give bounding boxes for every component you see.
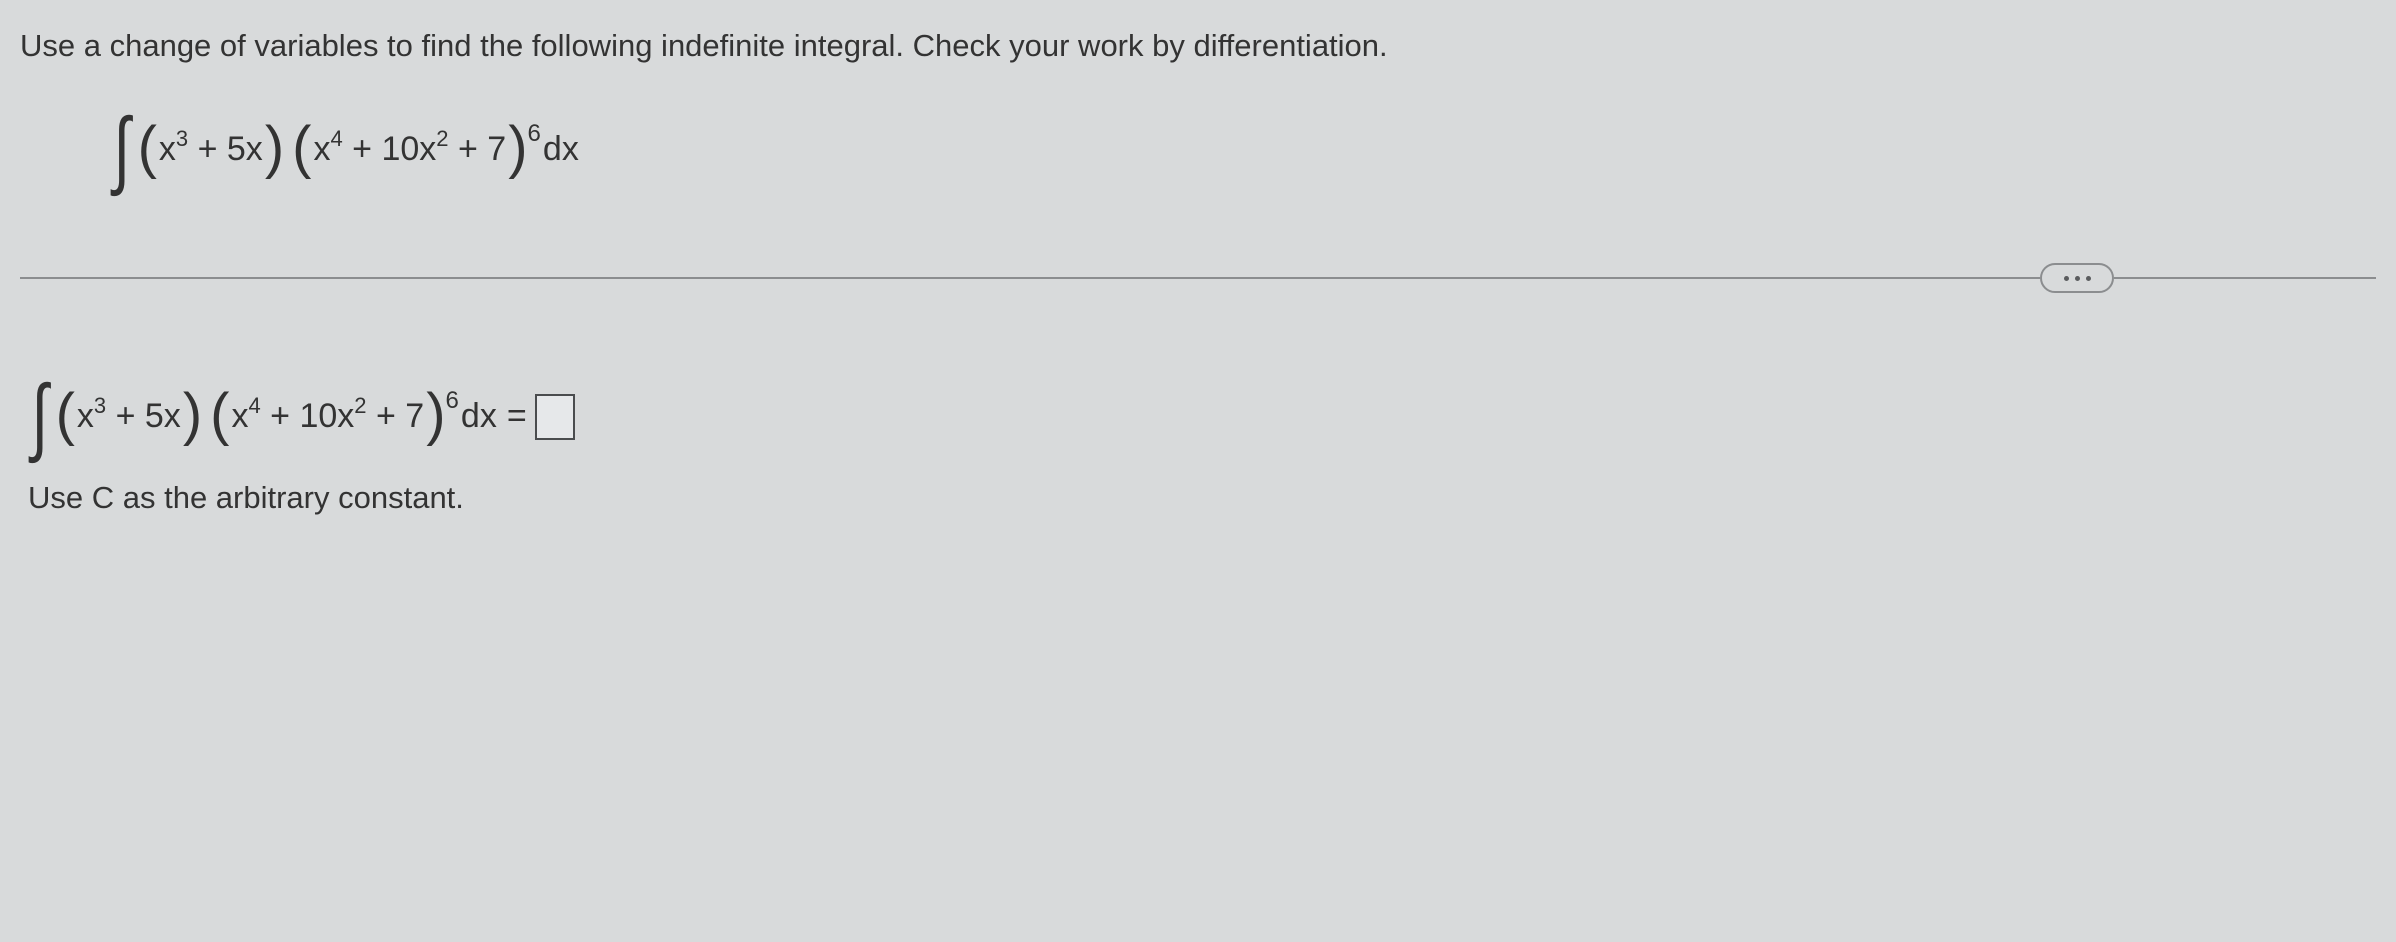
- divider-left: [20, 277, 2040, 279]
- more-button[interactable]: [2040, 263, 2114, 293]
- close-paren-1: ): [265, 114, 284, 181]
- equals-sign: =: [507, 397, 527, 436]
- close-paren-3: ): [183, 381, 202, 448]
- constant-note: Use C as the arbitrary constant.: [28, 480, 2376, 516]
- dot-icon: [2064, 276, 2069, 281]
- close-paren-4: ): [426, 381, 445, 448]
- dot-icon: [2075, 276, 2080, 281]
- term-x3: x3 + 5x: [159, 130, 263, 169]
- instruction-text: Use a change of variables to find the fo…: [20, 28, 2376, 64]
- answer-input[interactable]: [535, 394, 575, 440]
- outer-exponent: 6: [528, 120, 541, 148]
- differential-2: dx: [461, 397, 497, 436]
- outer-exponent-2: 6: [446, 387, 459, 415]
- dot-icon: [2086, 276, 2091, 281]
- term-x4-b: x4 + 10x2 + 7: [231, 397, 424, 436]
- differential: dx: [543, 130, 579, 169]
- integral-symbol-2: ∫: [32, 367, 48, 466]
- open-paren-1: (: [138, 114, 157, 181]
- integral-symbol: ∫: [114, 100, 130, 199]
- divider-row: [20, 263, 2376, 293]
- term-x3-b: x3 + 5x: [77, 397, 181, 436]
- close-paren-2: ): [508, 114, 527, 181]
- term-x4: x4 + 10x2 + 7: [313, 130, 506, 169]
- open-paren-2: (: [292, 114, 311, 181]
- divider-right: [2114, 277, 2376, 279]
- answer-expression: ∫ ( x3 + 5x ) ( x4 + 10x2 + 7 ) 6 dx =: [28, 367, 2376, 466]
- integral-expression: ∫ ( x3 + 5x ) ( x4 + 10x2 + 7 ) 6 dx: [110, 100, 2376, 199]
- open-paren-3: (: [56, 381, 75, 448]
- open-paren-4: (: [210, 381, 229, 448]
